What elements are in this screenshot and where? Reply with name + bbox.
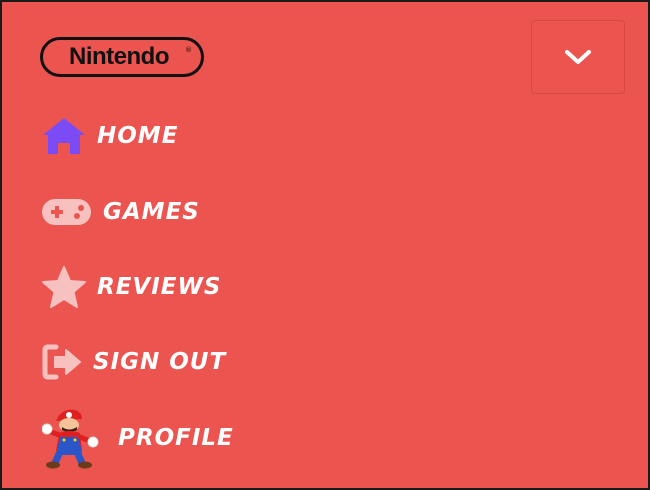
nav-item-games[interactable]: GAMES	[42, 197, 200, 227]
nav-label-games: GAMES	[103, 199, 200, 225]
nav-label-sign-out: SIGN OUT	[93, 349, 227, 375]
nav-item-reviews[interactable]: REVIEWS	[42, 266, 221, 308]
nintendo-logo[interactable]: Nintendo ®	[40, 37, 204, 77]
nav-item-home[interactable]: HOME	[42, 116, 178, 156]
star-icon	[42, 266, 86, 308]
logo-text: Nintendo	[69, 43, 169, 70]
nav-label-profile: PROFILE	[118, 425, 234, 451]
nav-label-home: HOME	[97, 123, 179, 149]
nav-item-sign-out[interactable]: SIGN OUT	[42, 344, 226, 380]
mario-avatar	[42, 409, 99, 469]
chevron-down-icon	[565, 50, 591, 64]
nav-label-reviews: REVIEWS	[97, 274, 222, 300]
nav-item-profile[interactable]: PROFILE	[42, 407, 234, 469]
registered-mark: ®	[185, 46, 192, 54]
gamepad-icon	[42, 199, 91, 225]
navigation-panel: Nintendo ® HOME GAMES REVIEWS SIGN OUT P…	[0, 0, 650, 490]
menu-toggle-button[interactable]	[531, 20, 625, 94]
sign-out-icon	[42, 344, 81, 380]
home-icon	[43, 118, 85, 154]
